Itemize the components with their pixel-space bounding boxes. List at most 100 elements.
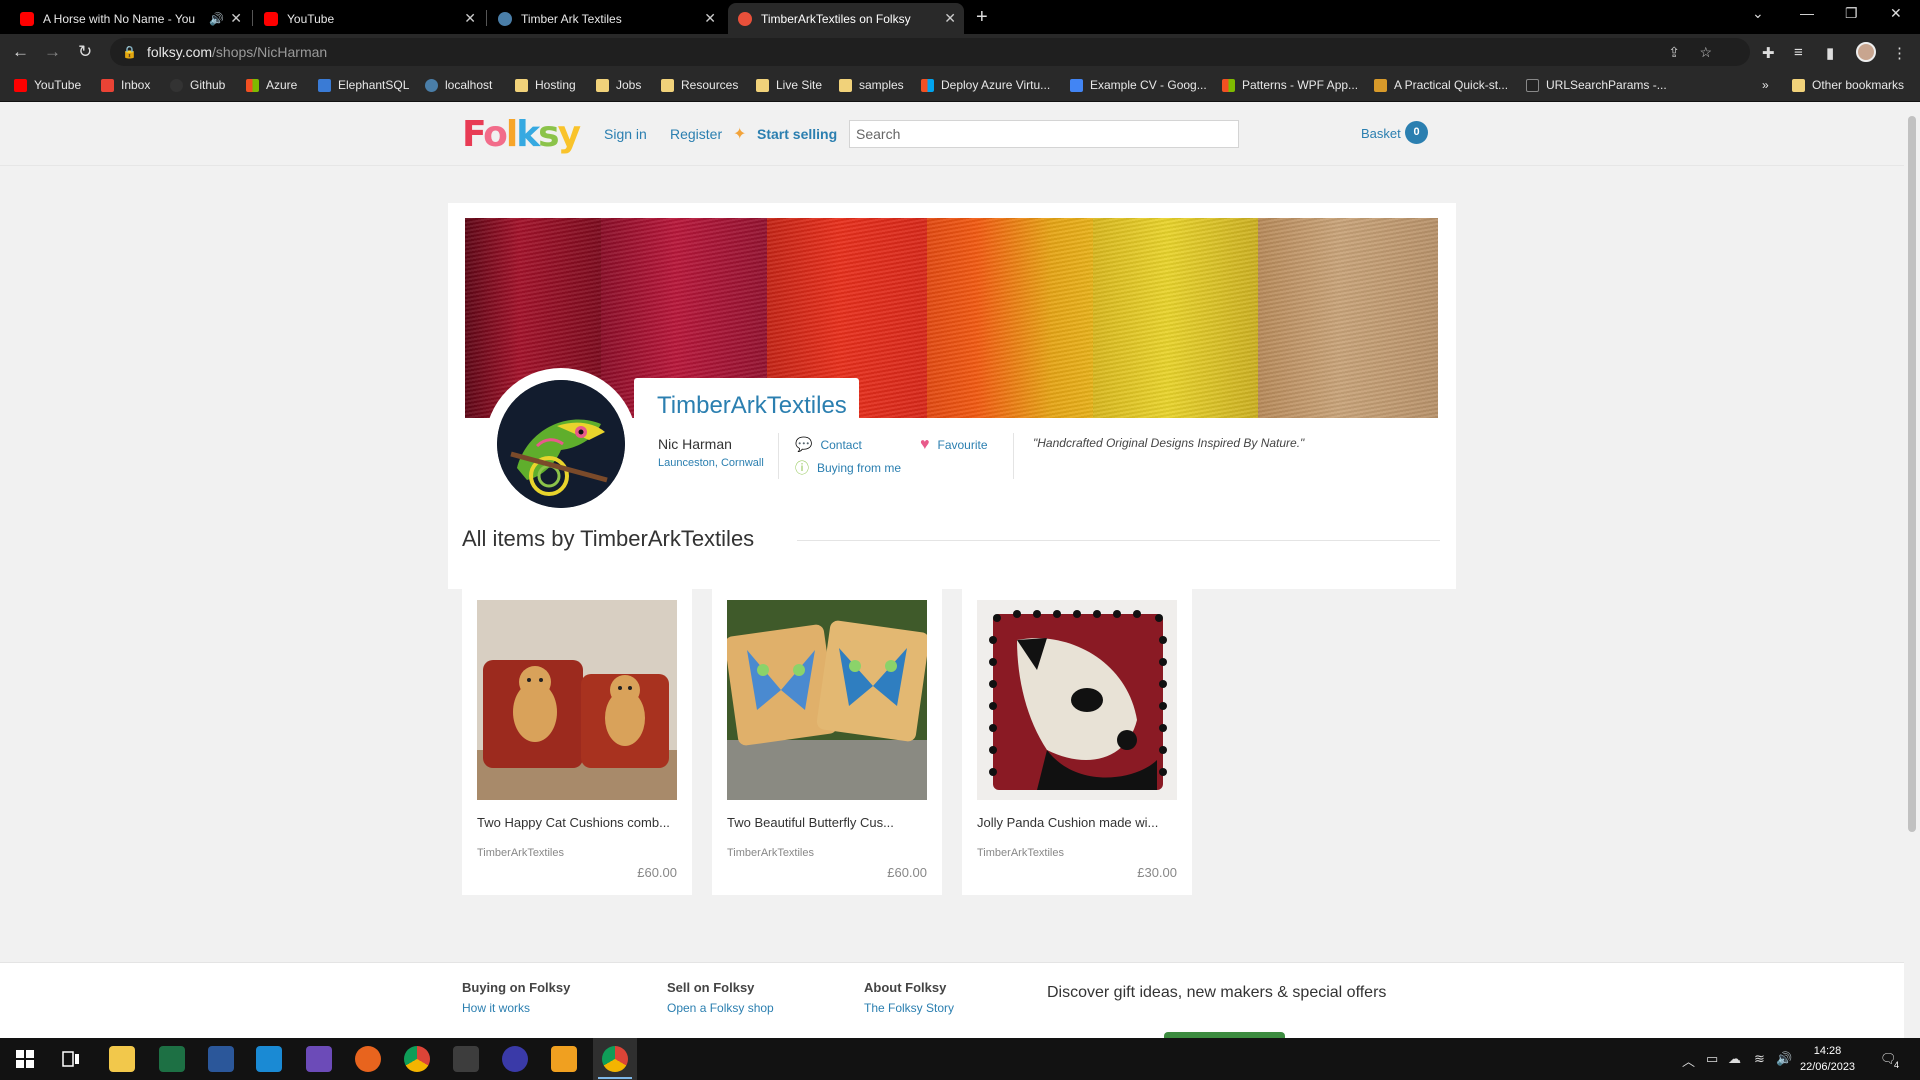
start-selling-link[interactable]: Start selling	[757, 126, 837, 142]
product-shop[interactable]: TimberArkTextiles	[477, 847, 564, 859]
task-view-icon[interactable]	[58, 1046, 84, 1072]
wifi-icon[interactable]: ≋	[1754, 1051, 1765, 1067]
bookmark[interactable]: samples	[839, 78, 904, 92]
bookmark[interactable]: Inbox	[101, 78, 150, 92]
tab-folksy[interactable]: TimberArkTextiles on Folksy ✕	[728, 3, 964, 34]
tab-youtube[interactable]: YouTube ✕	[254, 3, 484, 34]
product-shop[interactable]: TimberArkTextiles	[977, 847, 1064, 859]
profile-avatar[interactable]	[1856, 42, 1876, 62]
tab-youtube-horse[interactable]: A Horse with No Name - You 🔊 ✕	[10, 3, 250, 34]
product-title[interactable]: Two Beautiful Butterfly Cus...	[727, 815, 894, 830]
favourite-button[interactable]: ♥ Favourite	[920, 436, 988, 454]
bookmark[interactable]: Deploy Azure Virtu...	[921, 78, 1050, 92]
menu-icon[interactable]: ⋮	[1892, 44, 1907, 62]
media-icon[interactable]: ≡	[1794, 44, 1803, 61]
buying-from-me-link[interactable]: ⓘ Buying from me	[795, 458, 901, 478]
close-window-icon[interactable]: ✕	[1890, 5, 1902, 22]
eclipse-icon[interactable]	[502, 1046, 528, 1072]
register-link[interactable]: Register	[670, 126, 722, 142]
bookmark[interactable]: ElephantSQL	[318, 78, 409, 92]
tab-search-icon[interactable]: ⌄	[1752, 5, 1764, 22]
bookmark[interactable]: Resources	[661, 78, 738, 92]
heart-icon: ♥	[920, 436, 930, 453]
reload-icon[interactable]: ↻	[78, 42, 92, 62]
basket-link[interactable]: Basket	[1361, 126, 1401, 141]
device-icon[interactable]: ▭	[1706, 1051, 1718, 1067]
minimize-icon[interactable]: —	[1800, 5, 1814, 21]
file-explorer-icon[interactable]	[109, 1046, 135, 1072]
excel-icon[interactable]	[159, 1046, 185, 1072]
other-bookmarks[interactable]: Other bookmarks	[1792, 78, 1904, 92]
address-bar[interactable]: 🔒 folksy.com/shops/NicHarman ⇪ ☆	[110, 38, 1750, 66]
chrome-active-icon[interactable]	[602, 1046, 628, 1072]
system-clock[interactable]: 14:28 22/06/2023	[1800, 1043, 1855, 1075]
visual-studio-icon[interactable]	[306, 1046, 332, 1072]
speaker-icon[interactable]: 🔊	[209, 12, 224, 26]
bookmark[interactable]: Patterns - WPF App...	[1222, 78, 1358, 92]
newsletter-heading: Discover gift ideas, new makers & specia…	[1047, 984, 1387, 1001]
tray-chevron-icon[interactable]: ︿	[1682, 1051, 1695, 1070]
bookmark[interactable]: URLSearchParams -...	[1526, 78, 1667, 92]
bookmark[interactable]: Example CV - Goog...	[1070, 78, 1207, 92]
firefox-icon[interactable]	[355, 1046, 381, 1072]
page-scrollbar[interactable]	[1904, 102, 1920, 1038]
vscode-icon[interactable]	[256, 1046, 282, 1072]
folder-icon	[1792, 78, 1805, 92]
bookmarks-bar: YouTube Inbox Github Azure ElephantSQL l…	[0, 70, 1920, 102]
word-icon[interactable]	[208, 1046, 234, 1072]
tab-timber-ark[interactable]: Timber Ark Textiles ✕	[488, 3, 724, 34]
forward-icon[interactable]: →	[44, 42, 61, 62]
folksy-story-link[interactable]: The Folksy Story	[864, 1001, 954, 1015]
product-title[interactable]: Jolly Panda Cushion made wi...	[977, 815, 1158, 830]
chat-icon: 💬	[795, 436, 813, 452]
bookmark[interactable]: Github	[170, 78, 225, 92]
bookmark[interactable]: Jobs	[596, 78, 641, 92]
new-tab-icon[interactable]: +	[976, 6, 988, 29]
bookmark[interactable]: Azure	[246, 78, 297, 92]
product-image[interactable]	[727, 600, 927, 800]
close-icon[interactable]: ✕	[944, 10, 956, 27]
bookmark[interactable]: YouTube	[14, 78, 81, 92]
footer-heading: Buying on Folksy	[462, 980, 571, 995]
shop-location[interactable]: Launceston, Cornwall	[658, 457, 764, 469]
product-card[interactable]: Jolly Panda Cushion made wi... TimberArk…	[962, 585, 1192, 895]
bookmarks-overflow-icon[interactable]: »	[1762, 78, 1769, 92]
extensions-icon[interactable]: ✚	[1762, 44, 1775, 62]
product-card[interactable]: Two Happy Cat Cushions comb... TimberArk…	[462, 585, 692, 895]
onedrive-icon[interactable]: ☁	[1728, 1051, 1741, 1067]
bookmark[interactable]: localhost	[425, 78, 492, 92]
how-it-works-link[interactable]: How it works	[462, 1001, 570, 1015]
sparkle-icon: ✦	[733, 126, 747, 143]
site-header: Folksy Sign in Register ✦ Start selling …	[0, 102, 1904, 166]
share-icon[interactable]: ⇪	[1668, 44, 1680, 61]
bookmark[interactable]: A Practical Quick-st...	[1374, 78, 1508, 92]
restore-icon[interactable]: ❐	[1845, 5, 1858, 22]
git-icon[interactable]	[453, 1046, 479, 1072]
product-card[interactable]: Two Beautiful Butterfly Cus... TimberArk…	[712, 585, 942, 895]
folksy-logo[interactable]: Folksy	[462, 114, 581, 155]
bookmark[interactable]: Live Site	[756, 78, 822, 92]
volume-icon[interactable]: 🔊	[1776, 1051, 1792, 1067]
tab-title: A Horse with No Name - You	[43, 11, 196, 26]
side-panel-icon[interactable]: ▮	[1826, 44, 1834, 62]
close-icon[interactable]: ✕	[230, 10, 242, 27]
back-icon[interactable]: ←	[12, 42, 29, 62]
shop-name[interactable]: TimberArkTextiles	[657, 392, 847, 420]
search-input[interactable]	[849, 120, 1239, 148]
chrome-icon[interactable]	[404, 1046, 430, 1072]
close-icon[interactable]: ✕	[464, 10, 476, 27]
product-image[interactable]	[977, 600, 1177, 800]
shop-avatar	[497, 380, 625, 508]
star-icon[interactable]: ☆	[1699, 44, 1712, 61]
product-shop[interactable]: TimberArkTextiles	[727, 847, 814, 859]
open-shop-link[interactable]: Open a Folksy shop	[667, 1001, 774, 1015]
sign-in-link[interactable]: Sign in	[604, 126, 647, 142]
contact-link[interactable]: 💬 Contact	[795, 436, 862, 453]
product-image[interactable]	[477, 600, 677, 800]
app-icon[interactable]	[551, 1046, 577, 1072]
bookmark[interactable]: Hosting	[515, 78, 576, 92]
product-title[interactable]: Two Happy Cat Cushions comb...	[477, 815, 670, 830]
close-icon[interactable]: ✕	[704, 10, 716, 27]
windows-start-icon[interactable]	[12, 1046, 38, 1072]
elephant-icon	[318, 78, 331, 92]
